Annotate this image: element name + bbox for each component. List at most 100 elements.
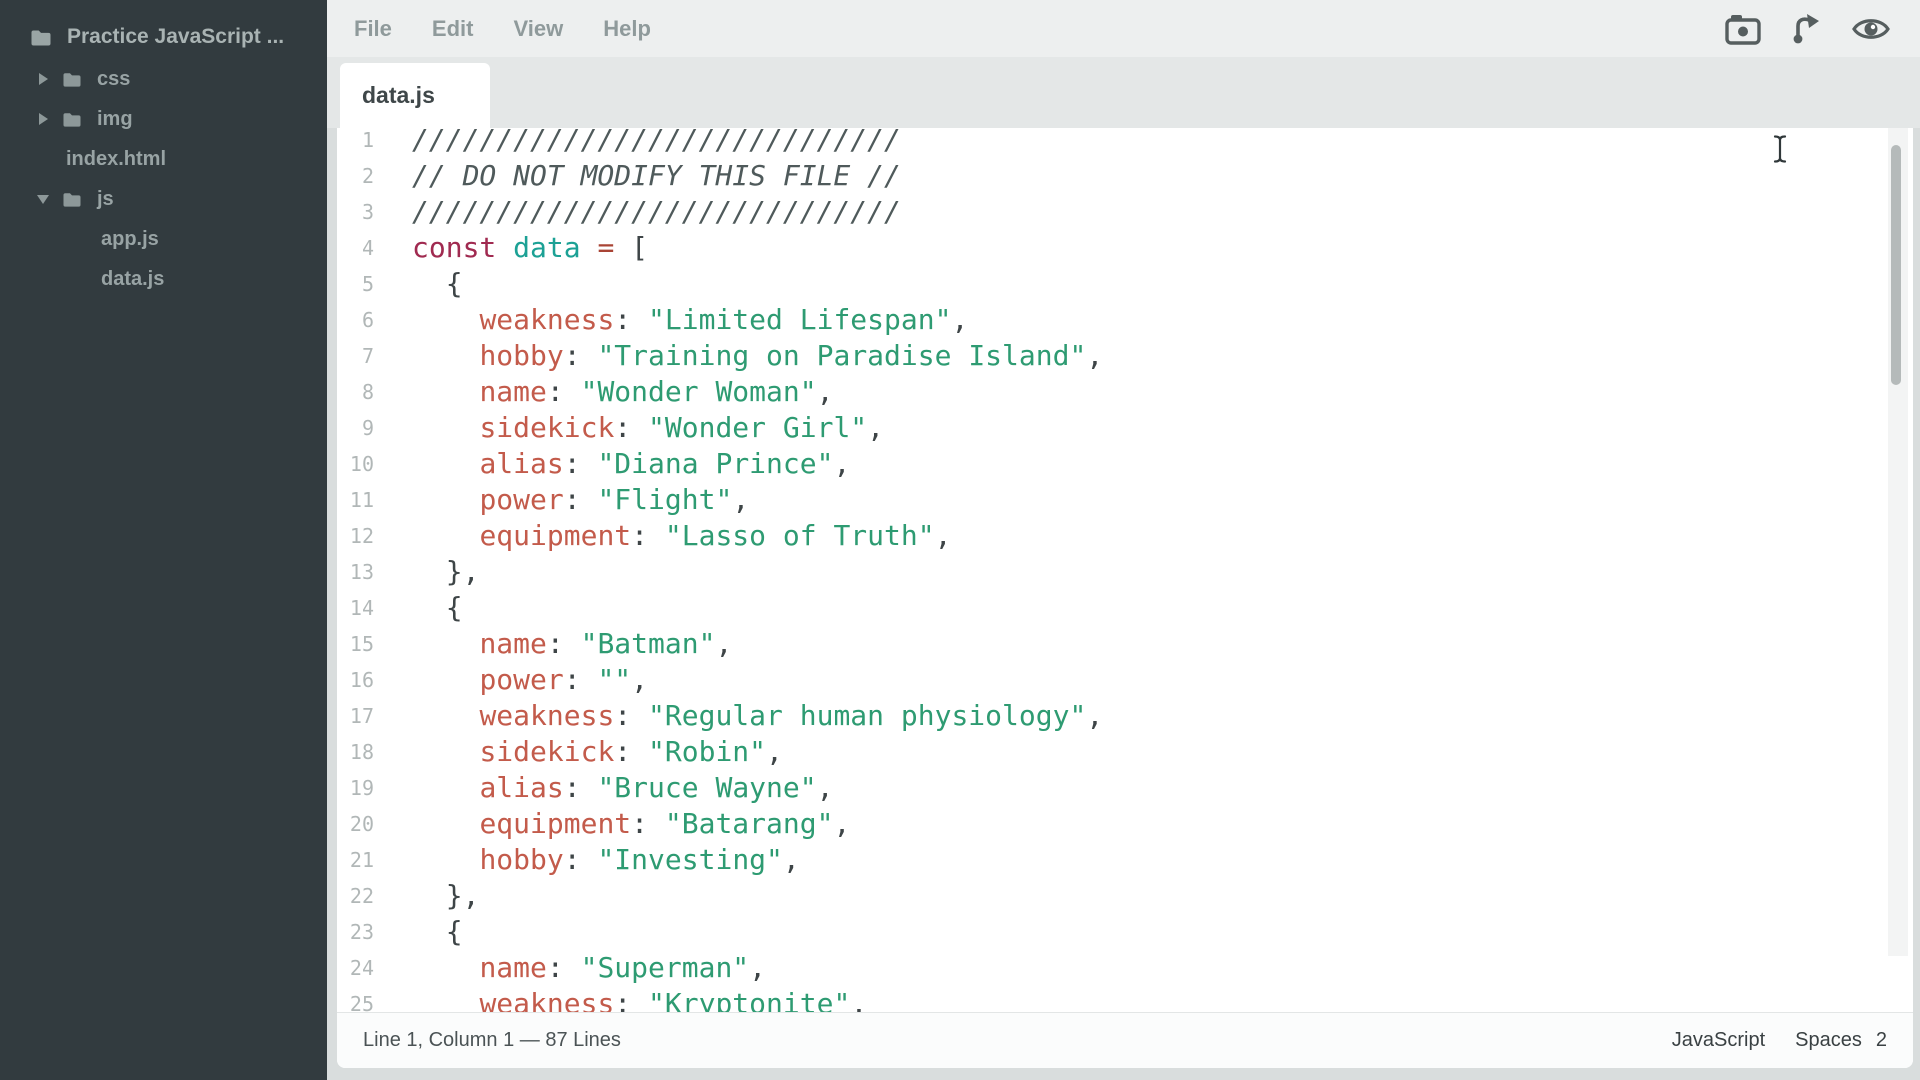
code-token-key: power [479,483,563,516]
code-line-text: weakness: "Kryptonite", [374,986,867,1012]
code-token-string: "Batman" [581,627,716,660]
code-line[interactable]: 12 equipment: "Lasso of Truth", [337,518,1913,554]
code-token-key: name [479,627,546,660]
code-line[interactable]: 1///////////////////////////// [337,128,1913,158]
scrollbar-thumb[interactable] [1891,145,1901,385]
code-token-key: hobby [479,843,563,876]
code-line[interactable]: 2// DO NOT MODIFY THIS FILE // [337,158,1913,194]
window-bottom-strip [327,1068,1920,1080]
code-line[interactable]: 24 name: "Superman", [337,950,1913,986]
code-line[interactable]: 25 weakness: "Kryptonite", [337,986,1913,1012]
code-token-plain [412,951,479,984]
code-line[interactable]: 20 equipment: "Batarang", [337,806,1913,842]
code-token-plain [412,519,479,552]
code-line[interactable]: 5 { [337,266,1913,302]
sidebar-item-data-js[interactable]: data.js [0,259,327,299]
code-line[interactable]: 22 }, [337,878,1913,914]
code-token-key: equipment [479,807,631,840]
code-line[interactable]: 11 power: "Flight", [337,482,1913,518]
line-number: 8 [337,374,374,410]
code-line-text: alias: "Bruce Wayne", [374,770,833,806]
project-title-row[interactable]: Practice JavaScript ... [0,15,327,59]
code-line-text: name: "Superman", [374,950,766,986]
camera-icon [1725,13,1761,45]
sidebar-item-js[interactable]: js [0,179,327,219]
code-line[interactable]: 13 }, [337,554,1913,590]
sidebar-item-label: index.html [66,148,166,171]
code-line[interactable]: 17 weakness: "Regular human physiology", [337,698,1913,734]
code-line[interactable]: 10 alias: "Diana Prince", [337,446,1913,482]
folder-icon [30,28,52,47]
code-token-string: "Training on Paradise Island" [597,339,1086,372]
code-line[interactable]: 15 name: "Batman", [337,626,1913,662]
status-right-group: JavaScript Spaces 2 [1672,1029,1887,1052]
sidebar-item-css[interactable]: css [0,59,327,99]
code-token-punct: { [412,591,463,624]
code-line[interactable]: 16 power: "", [337,662,1913,698]
menu-bar: File Edit View Help [327,0,1920,57]
code-line-text: equipment: "Batarang", [374,806,850,842]
menu-edit[interactable]: Edit [432,16,474,42]
code-token-string: "Limited Lifespan" [648,303,951,336]
code-token-punct: , [833,447,850,480]
code-line[interactable]: 8 name: "Wonder Woman", [337,374,1913,410]
sidebar-item-label: css [97,68,130,91]
code-line[interactable]: 19 alias: "Bruce Wayne", [337,770,1913,806]
menu-file[interactable]: File [354,16,392,42]
line-number: 16 [337,662,374,698]
chevron-right-icon [36,73,50,85]
code-token-comment: ///////////////////////////// [412,195,901,228]
code-token-punct: , [1086,339,1103,372]
code-line[interactable]: 23 { [337,914,1913,950]
sidebar-item-img[interactable]: img [0,99,327,139]
sidebar-item-label: data.js [101,268,164,291]
indent-setting[interactable]: Spaces 2 [1795,1029,1887,1052]
code-line[interactable]: 3///////////////////////////// [337,194,1913,230]
tab-data-js[interactable]: data.js [340,63,490,128]
line-number: 18 [337,734,374,770]
code-line[interactable]: 7 hobby: "Training on Paradise Island", [337,338,1913,374]
code-editor[interactable]: 1/////////////////////////////2// DO NOT… [337,128,1913,1012]
code-token-plain [614,231,631,264]
code-line-text: { [374,914,463,950]
folder-icon [62,111,82,128]
camera-button[interactable] [1724,10,1762,48]
scrollbar-track[interactable] [1888,128,1908,956]
code-token-punct: : [547,375,581,408]
sidebar-item-app-js[interactable]: app.js [0,219,327,259]
code-line[interactable]: 9 sidekick: "Wonder Girl", [337,410,1913,446]
code-token-punct: , [833,807,850,840]
line-number: 19 [337,770,374,806]
code-token-punct: : [564,447,598,480]
code-line[interactable]: 18 sidekick: "Robin", [337,734,1913,770]
publish-button[interactable] [1788,10,1826,48]
code-line[interactable]: 6 weakness: "Limited Lifespan", [337,302,1913,338]
code-line[interactable]: 4const data = [ [337,230,1913,266]
code-token-punct: : [547,627,581,660]
code-line[interactable]: 14 { [337,590,1913,626]
code-token-key: weakness [479,303,614,336]
code-token-punct: , [951,303,968,336]
preview-button[interactable] [1852,10,1890,48]
line-number: 15 [337,626,374,662]
code-token-punct: , [732,483,749,516]
code-token-punct: : [614,987,648,1012]
code-token-key: weakness [479,699,614,732]
menu-view[interactable]: View [513,16,563,42]
code-token-key: sidekick [479,411,614,444]
code-token-punct: : [614,699,648,732]
code-token-key: equipment [479,519,631,552]
menu-help[interactable]: Help [603,16,651,42]
code-token-plain [412,339,479,372]
indent-size: 2 [1876,1029,1887,1052]
line-number: 2 [337,158,374,194]
sidebar-item-label: js [97,188,114,211]
code-token-punct: , [850,987,867,1012]
code-token-key: power [479,663,563,696]
folder-icon [62,191,82,208]
code-line[interactable]: 21 hobby: "Investing", [337,842,1913,878]
code-token-punct: : [631,807,665,840]
sidebar-item-index-html[interactable]: index.html [0,139,327,179]
code-token-comment: ///////////////////////////// [412,128,901,156]
language-mode[interactable]: JavaScript [1672,1029,1765,1052]
